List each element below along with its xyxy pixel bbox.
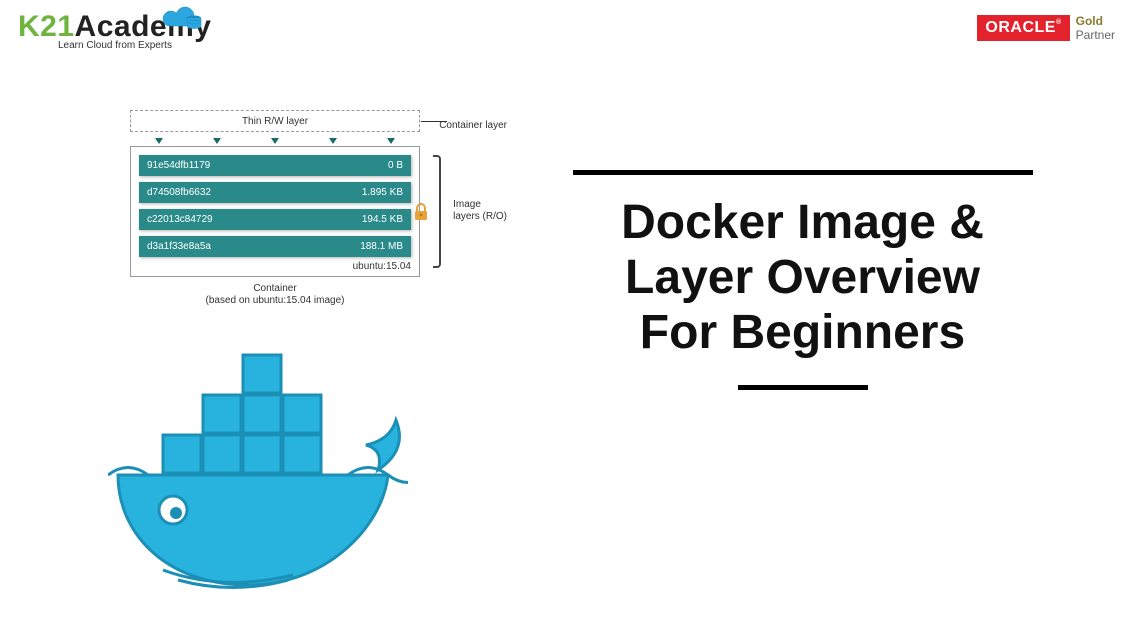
- header: K21Academy Learn Cloud from Experts ORAC…: [0, 8, 1125, 78]
- page-title: Docker Image & Layer Overview For Beginn…: [520, 195, 1085, 361]
- rw-layer-text: Thin R/W layer: [242, 116, 308, 127]
- image-layer: c22013c84729 194.5 KB: [139, 209, 411, 230]
- oracle-label: ORACLE: [985, 19, 1056, 36]
- oracle-partner-badge: ORACLE® Gold Partner: [977, 14, 1115, 43]
- k21-academy-logo: K21Academy Learn Cloud from Experts: [18, 10, 211, 51]
- layer-size: 0 B: [388, 160, 403, 171]
- layer-size: 194.5 KB: [362, 214, 403, 225]
- layer-hash: 91e54dfb1179: [147, 160, 210, 171]
- image-layer: d3a1f33e8a5a 188.1 MB: [139, 236, 411, 257]
- title-rule-bottom: [738, 385, 868, 390]
- container-layer-label: Container layer: [439, 115, 507, 137]
- diagram-caption: Container(based on ubuntu:15.04 image): [130, 283, 420, 307]
- brand-prefix: K21: [18, 10, 75, 43]
- layer-stack: 91e54dfb1179 0 B d74508fb6632 1.895 KB c…: [130, 146, 420, 277]
- cloud-db-icon: [156, 4, 206, 36]
- illustration-column: Thin R/W layer Container layer 91e54dfb1…: [0, 110, 480, 629]
- lock-icon: [413, 203, 429, 221]
- layer-size: 188.1 MB: [360, 241, 403, 252]
- image-layers-label: Imagelayers (R/O): [453, 199, 507, 223]
- base-image-tag: ubuntu:15.04: [139, 261, 411, 272]
- layer-size: 1.895 KB: [362, 187, 403, 198]
- docker-whale-icon: [108, 335, 408, 605]
- layer-hash: c22013c84729: [147, 214, 213, 225]
- image-layer: d74508fb6632 1.895 KB: [139, 182, 411, 203]
- rw-layer-box: Thin R/W layer Container layer: [130, 110, 420, 132]
- docker-layer-diagram: Thin R/W layer Container layer 91e54dfb1…: [130, 110, 420, 307]
- image-layer: 91e54dfb1179 0 B: [139, 155, 411, 176]
- layer-hash: d74508fb6632: [147, 187, 211, 198]
- oracle-partner: Partner: [1076, 28, 1115, 42]
- title-rule-top: [573, 170, 1033, 175]
- oracle-gold: Gold: [1076, 14, 1115, 28]
- title-column: Docker Image & Layer Overview For Beginn…: [480, 110, 1125, 629]
- layer-hash: d3a1f33e8a5a: [147, 241, 211, 252]
